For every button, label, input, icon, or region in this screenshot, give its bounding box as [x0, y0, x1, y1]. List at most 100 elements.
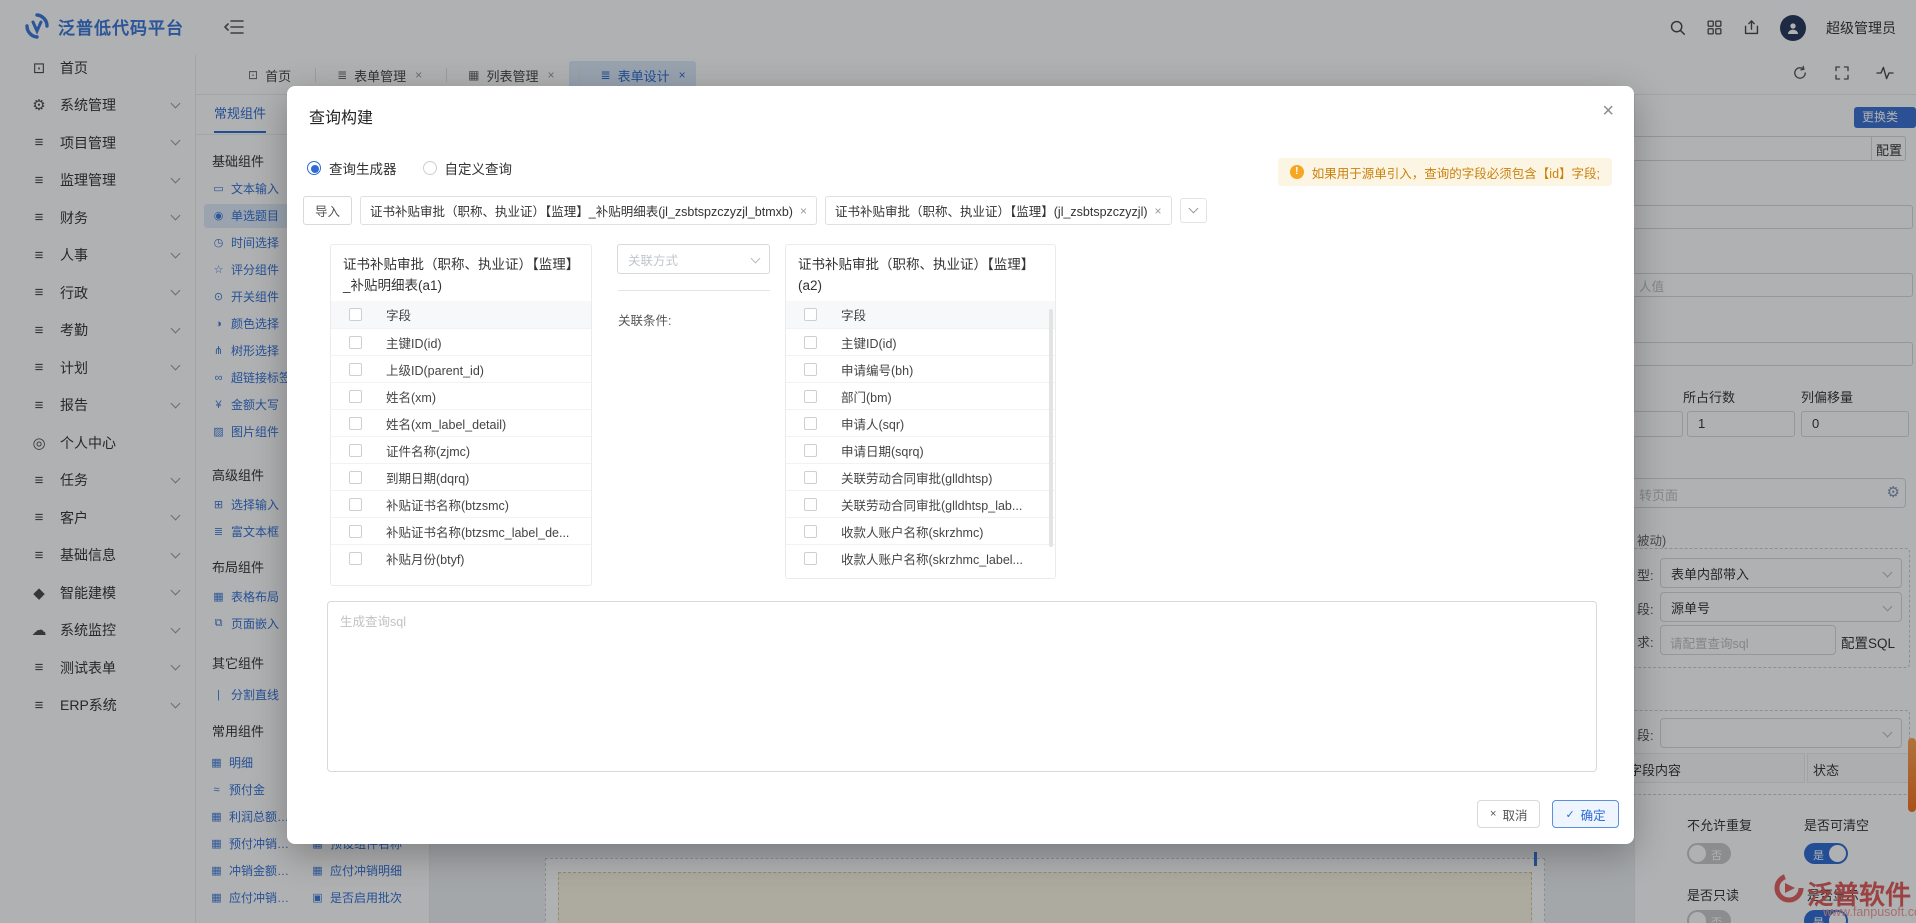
field-name: 申请编号(bh) — [841, 360, 913, 379]
query-builder-modal: 查询构建 × 查询生成器 自定义查询 ! 如果用于源单引入，查询的字段必须包含【… — [287, 86, 1634, 844]
field-name: 姓名(xm_label_detail) — [386, 414, 506, 433]
right-table-panel: 证书补贴审批（职称、执业证）【监理】(a2) 字段 主键ID(id) 申请编号(… — [785, 244, 1056, 579]
warning-text: 如果用于源单引入，查询的字段必须包含【id】字段; — [1312, 163, 1600, 182]
table-tag[interactable]: 证书补贴审批（职称、执业证）【监理】_补贴明细表(jl_zsbtspzczyzj… — [360, 196, 817, 225]
field-name: 关联劳动合同审批(glldhtsp_lab... — [841, 495, 1022, 514]
left-table-title: 证书补贴审批（职称、执业证）【监理】_补贴明细表(a1) — [331, 245, 591, 301]
field-row[interactable]: 关联劳动合同审批(glldhtsp) — [786, 463, 1055, 490]
checkbox[interactable] — [349, 498, 362, 511]
close-icon: × — [1490, 808, 1496, 820]
field-name: 主键ID(id) — [386, 333, 442, 352]
checkbox[interactable] — [804, 552, 817, 565]
import-button[interactable]: 导入 — [303, 196, 352, 225]
table-tag-label: 证书补贴审批（职称、执业证）【监理】_补贴明细表(jl_zsbtspzczyzj… — [370, 201, 793, 220]
field-name: 证件名称(zjmc) — [386, 441, 470, 460]
checkbox[interactable] — [804, 471, 817, 484]
field-row[interactable]: 字段 — [331, 301, 591, 328]
field-name: 收款人账户名称(skrzhmc_label... — [841, 549, 1023, 568]
checkbox[interactable] — [804, 444, 817, 457]
app-root: 泛普低代码平台 超级管理员 ⊡ 首页 — [0, 0, 1916, 923]
checkbox[interactable] — [804, 498, 817, 511]
chevron-down-icon — [1188, 204, 1198, 214]
field-row[interactable]: 申请编号(bh) — [786, 355, 1055, 382]
right-table-title: 证书补贴审批（职称、执业证）【监理】(a2) — [786, 245, 1055, 301]
radio-query-builder[interactable]: 查询生成器 — [307, 158, 397, 178]
field-row[interactable]: 主键ID(id) — [331, 328, 591, 355]
checkbox[interactable] — [804, 363, 817, 376]
field-row[interactable]: 证件名称(zjmc) — [331, 436, 591, 463]
confirm-button[interactable]: ✓ 确定 — [1552, 800, 1618, 828]
checkbox[interactable] — [349, 525, 362, 538]
join-underline — [618, 290, 770, 291]
join-method-select[interactable]: 关联方式 — [617, 244, 770, 274]
field-row[interactable]: 关联劳动合同审批(glldhtsp_lab... — [786, 490, 1055, 517]
field-row[interactable]: 补贴证书名称(btzsmc_label_de... — [331, 517, 591, 544]
field-row[interactable]: 主键ID(id) — [786, 328, 1055, 355]
field-name: 关联劳动合同审批(glldhtsp) — [841, 468, 992, 487]
field-row[interactable]: 姓名(xm) — [331, 382, 591, 409]
right-field-list: 字段 主键ID(id) 申请编号(bh) 部门(bm) 申请人(sqr) — [786, 301, 1055, 571]
field-row[interactable]: 收款人账户名称(skrzhmc) — [786, 517, 1055, 544]
field-row[interactable]: 补贴证书名称(btzsmc) — [331, 490, 591, 517]
checkbox[interactable] — [804, 390, 817, 403]
checkbox[interactable] — [804, 336, 817, 349]
tag-close-icon[interactable]: × — [800, 204, 807, 218]
field-name: 补贴证书名称(btzsmc) — [386, 495, 509, 514]
field-row[interactable]: 申请人(sqr) — [786, 409, 1055, 436]
field-name: 字段 — [386, 305, 411, 324]
checkbox[interactable] — [349, 363, 362, 376]
checkbox[interactable] — [804, 525, 817, 538]
warning-banner: ! 如果用于源单引入，查询的字段必须包含【id】字段; — [1278, 158, 1612, 186]
field-name: 申请人(sqr) — [841, 414, 904, 433]
import-row: 导入 证书补贴审批（职称、执业证）【监理】_补贴明细表(jl_zsbtspzcz… — [303, 196, 1207, 225]
field-name: 部门(bm) — [841, 387, 892, 406]
field-name: 字段 — [841, 305, 866, 324]
radio-dot — [423, 161, 437, 175]
field-row[interactable]: 补贴月份(btyf) — [331, 544, 591, 571]
field-name: 到期日期(dqrq) — [386, 468, 469, 487]
join-method-placeholder: 关联方式 — [628, 250, 678, 269]
left-field-list: 字段 主键ID(id) 上级ID(parent_id) 姓名(xm) 姓名(xm… — [331, 301, 591, 571]
field-name: 上级ID(parent_id) — [386, 360, 484, 379]
modal-title: 查询构建 — [309, 104, 373, 128]
field-name: 申请日期(sqrq) — [841, 441, 924, 460]
field-row[interactable]: 部门(bm) — [786, 382, 1055, 409]
checkbox[interactable] — [349, 471, 362, 484]
modal-footer: × 取消 ✓ 确定 — [1477, 800, 1619, 828]
radio-label: 查询生成器 — [329, 158, 397, 178]
checkbox[interactable] — [349, 390, 362, 403]
field-row[interactable]: 收款人账户名称(skrzhmc_label... — [786, 544, 1055, 571]
join-condition-label: 关联条件: — [618, 310, 671, 329]
checkbox[interactable] — [349, 308, 362, 321]
field-row[interactable]: 字段 — [786, 301, 1055, 328]
table-tag-label: 证书补贴审批（职称、执业证）【监理】(jl_zsbtspzczyzjl) — [835, 201, 1148, 220]
warning-icon: ! — [1290, 165, 1304, 179]
field-row[interactable]: 上级ID(parent_id) — [331, 355, 591, 382]
confirm-label: 确定 — [1581, 805, 1606, 824]
field-row[interactable]: 申请日期(sqrq) — [786, 436, 1055, 463]
field-name: 补贴月份(btyf) — [386, 549, 464, 568]
checkbox[interactable] — [804, 308, 817, 321]
tag-close-icon[interactable]: × — [1155, 204, 1162, 218]
list-scrollbar-thumb[interactable] — [1049, 309, 1053, 547]
chevron-down-icon — [751, 253, 761, 263]
close-icon[interactable]: × — [1602, 100, 1614, 123]
field-row[interactable]: 姓名(xm_label_detail) — [331, 409, 591, 436]
checkbox[interactable] — [804, 417, 817, 430]
radio-label: 自定义查询 — [445, 158, 513, 178]
checkbox[interactable] — [349, 444, 362, 457]
cancel-button[interactable]: × 取消 — [1477, 800, 1540, 828]
field-name: 补贴证书名称(btzsmc_label_de... — [386, 522, 569, 541]
checkbox[interactable] — [349, 552, 362, 565]
table-tag[interactable]: 证书补贴审批（职称、执业证）【监理】(jl_zsbtspzczyzjl) × — [825, 196, 1172, 225]
field-name: 姓名(xm) — [386, 387, 436, 406]
generated-sql-textarea[interactable]: 生成查询sql — [327, 601, 1597, 772]
sql-placeholder: 生成查询sql — [340, 611, 406, 630]
checkbox[interactable] — [349, 417, 362, 430]
tags-dropdown-toggle[interactable] — [1180, 198, 1207, 223]
left-table-panel: 证书补贴审批（职称、执业证）【监理】_补贴明细表(a1) 字段 主键ID(id)… — [330, 244, 592, 586]
checkbox[interactable] — [349, 336, 362, 349]
field-row[interactable]: 到期日期(dqrq) — [331, 463, 591, 490]
query-mode-radios: 查询生成器 自定义查询 — [307, 158, 512, 178]
radio-custom-query[interactable]: 自定义查询 — [423, 158, 513, 178]
